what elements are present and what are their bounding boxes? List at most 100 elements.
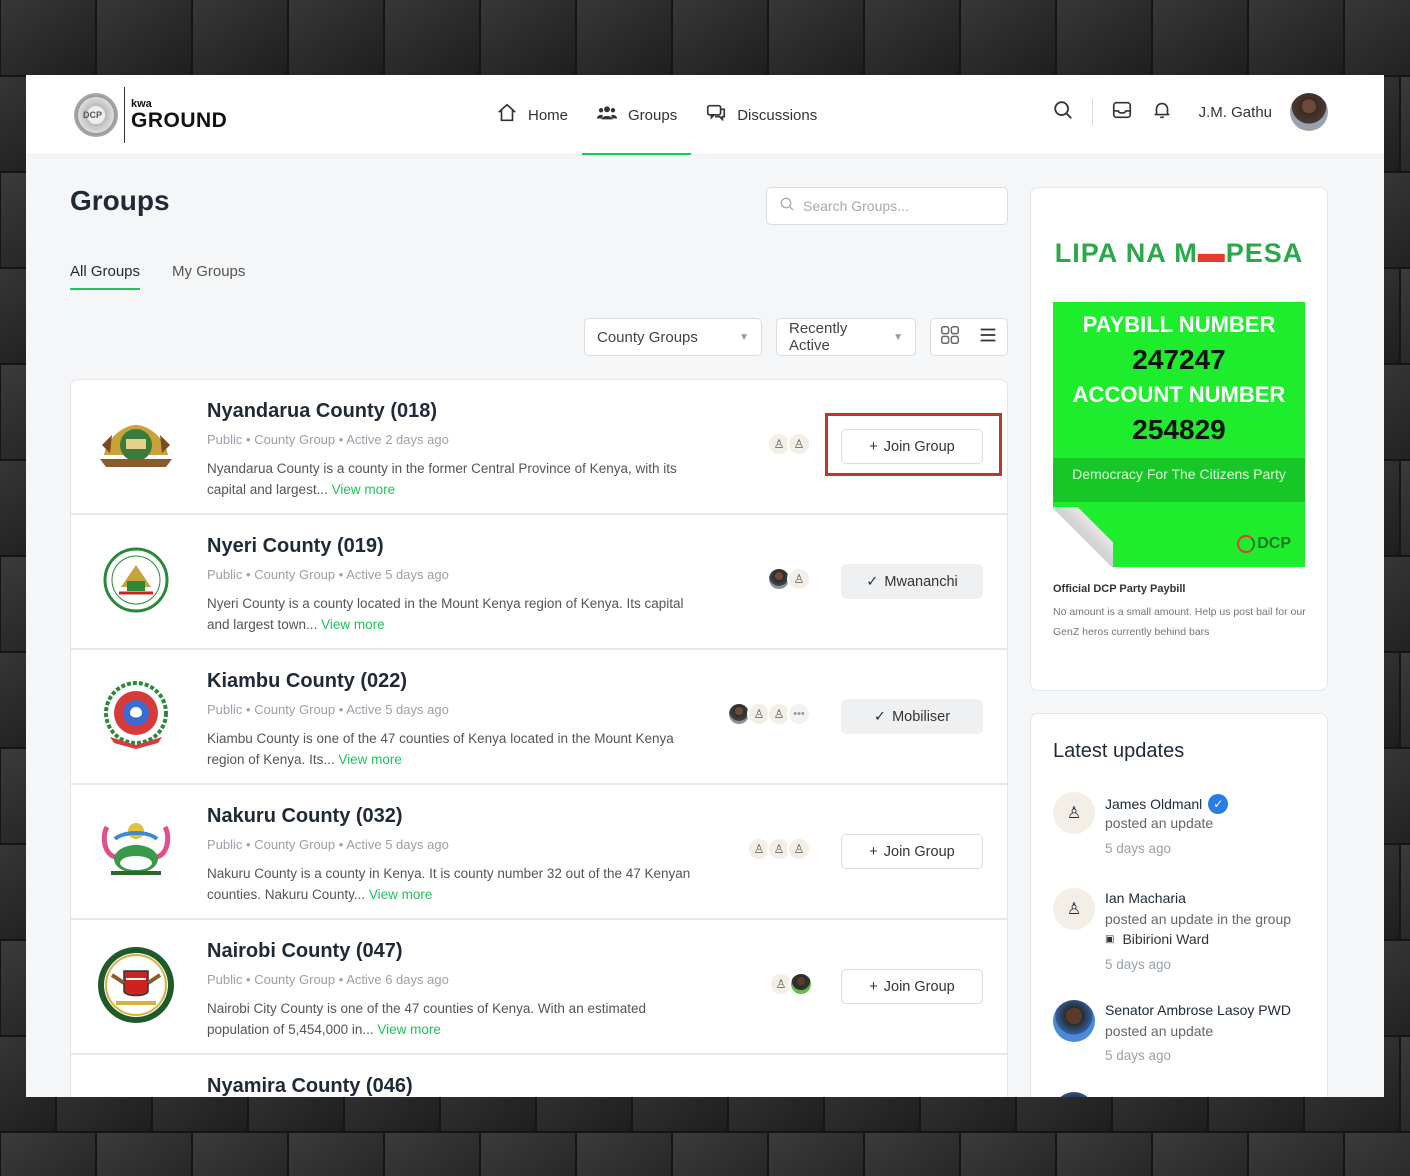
nav-discussions[interactable]: Discussions <box>691 75 831 155</box>
group-name[interactable]: Kiambu County (022) <box>207 670 407 693</box>
description-text: Nyeri County is a county located in the … <box>207 596 684 632</box>
search-groups[interactable] <box>766 187 1008 225</box>
update-author[interactable]: Senator Ambrose Lasoy PWD <box>1105 1002 1291 1018</box>
update-author[interactable]: Ian Macharia <box>1105 890 1186 906</box>
backdrop-tile <box>192 1132 288 1176</box>
search-icon[interactable] <box>1052 99 1074 126</box>
bell-icon[interactable] <box>1151 99 1173 126</box>
member-role-label: Mobiliser <box>892 708 951 725</box>
update-item[interactable]: ♙ Ian Macharia posted an update in the g… <box>1053 888 1313 978</box>
group-meta: Public • County Group • Active 5 days ag… <box>207 567 449 582</box>
logo-ground: GROUND <box>131 109 228 132</box>
user-avatar: ♙ <box>1053 888 1095 930</box>
user-avatar[interactable] <box>1290 93 1328 131</box>
backdrop-tile <box>1152 1132 1248 1176</box>
grid-view-icon[interactable] <box>939 324 961 351</box>
groups-list: Nyandarua County (018) Public • County G… <box>70 379 1008 1097</box>
view-more-link[interactable]: View more <box>332 482 396 497</box>
last-active: Active 5 days ago <box>346 702 449 717</box>
view-more-link[interactable]: View more <box>338 752 402 767</box>
ad-caption: Official DCP Party Paybill <box>1053 583 1186 595</box>
list-item: Nyamira County (046) <box>71 1055 1007 1097</box>
list-view-icon[interactable] <box>977 324 999 351</box>
update-action: posted an update <box>1105 1023 1214 1039</box>
backdrop-tile <box>576 1132 672 1176</box>
group-type: County Group <box>254 702 336 717</box>
backdrop-tile <box>192 0 288 76</box>
site-logo[interactable]: DCP kwa GROUND <box>74 87 227 143</box>
county-logo <box>95 1079 177 1097</box>
group-name[interactable]: Nyamira County (046) <box>207 1075 413 1097</box>
list-item: Nairobi County (047) Public • County Gro… <box>71 920 1007 1055</box>
backdrop-tile <box>768 0 864 76</box>
nav-discussions-label: Discussions <box>737 106 818 124</box>
backdrop-tile <box>1248 0 1344 76</box>
view-more-link[interactable]: View more <box>377 1022 441 1037</box>
group-name[interactable]: Nakuru County (032) <box>207 805 403 828</box>
visibility: Public <box>207 702 243 717</box>
inbox-icon[interactable] <box>1111 99 1133 126</box>
user-name[interactable]: J.M. Gathu <box>1199 104 1272 121</box>
view-more-link[interactable]: View more <box>321 617 385 632</box>
backdrop-tile <box>1400 844 1410 940</box>
tab-all-groups[interactable]: All Groups <box>70 263 141 290</box>
backdrop-tile <box>960 0 1056 76</box>
group-name[interactable]: Nyeri County (019) <box>207 535 384 558</box>
browser-window: DCP kwa GROUND Home Groups Discussions J… <box>26 75 1384 1097</box>
ad-note: No amount is a small amount. Help us pos… <box>1053 606 1306 638</box>
search-icon <box>779 196 795 217</box>
update-item[interactable] <box>1053 1092 1313 1097</box>
backdrop-tile <box>768 1132 864 1176</box>
update-author[interactable]: James Oldmanl ✓ <box>1105 794 1229 814</box>
mpesa-phone-icon: ▬ <box>1197 238 1226 268</box>
backdrop-tile <box>1248 1132 1344 1176</box>
member-avatars[interactable]: ♙ <box>769 972 813 996</box>
user-avatar: ♙ <box>1053 792 1095 834</box>
group-icon: ▣ <box>1105 933 1115 945</box>
member-avatars[interactable]: ♙ ♙ ••• <box>727 702 811 726</box>
member-role-button[interactable]: ✓ Mobiliser <box>841 699 983 734</box>
group-name[interactable]: Nyandarua County (018) <box>207 400 437 423</box>
join-group-button[interactable]: + Join Group <box>841 969 983 1004</box>
account-label: ACCOUNT NUMBER <box>1072 382 1286 407</box>
search-input[interactable] <box>803 198 983 214</box>
join-group-label: Join Group <box>883 978 955 995</box>
tab-my-groups[interactable]: My Groups <box>172 263 245 290</box>
nav-groups[interactable]: Groups <box>582 75 692 155</box>
verified-badge-icon: ✓ <box>1208 794 1229 814</box>
nav-home[interactable]: Home <box>482 75 582 155</box>
group-meta: Public • County Group • Active 2 days ag… <box>207 432 449 447</box>
page-curl <box>1053 507 1113 567</box>
visibility: Public <box>207 837 243 852</box>
group-type-select[interactable]: County Groups ▼ <box>584 318 762 356</box>
party-seal-icon: DCP <box>74 93 118 137</box>
update-item[interactable]: Senator Ambrose Lasoy PWD posted an upda… <box>1053 1000 1313 1080</box>
member-avatar <box>789 972 813 996</box>
backdrop-tile <box>1344 1132 1410 1176</box>
county-logo <box>95 944 177 1026</box>
update-item[interactable]: ♙ James Oldmanl ✓ posted an update 5 days… <box>1053 792 1313 872</box>
backdrop-tile <box>384 0 480 76</box>
visibility: Public <box>207 432 243 447</box>
member-role-button[interactable]: ✓ Mwananchi <box>841 564 983 599</box>
sort-value: Recently Active <box>789 320 848 354</box>
chevron-down-icon: ▼ <box>739 331 749 343</box>
backdrop-tile <box>1400 268 1410 364</box>
backdrop-tile <box>480 0 576 76</box>
group-description: Kiambu County is one of the 47 counties … <box>207 728 707 770</box>
paybill-card: PAYBILL NUMBER 247247 ACCOUNT NUMBER 254… <box>1053 302 1305 567</box>
mpesa-ad[interactable]: LIPA NA M▬PESA PAYBILL NUMBER 247247 ACC… <box>1030 187 1328 691</box>
member-avatars[interactable]: ♙ ♙ ♙ <box>747 837 811 861</box>
update-time: 5 days ago <box>1105 841 1172 856</box>
view-more-link[interactable]: View more <box>369 887 433 902</box>
backdrop-tile <box>672 0 768 76</box>
last-active: Active 6 days ago <box>346 972 449 987</box>
group-name[interactable]: Nairobi County (047) <box>207 940 403 963</box>
sort-select[interactable]: Recently Active ▼ <box>776 318 916 356</box>
member-avatars[interactable]: ♙ ♙ <box>767 432 811 456</box>
join-group-button[interactable]: + Join Group <box>841 834 983 869</box>
update-group[interactable]: ▣ Bibirioni Ward <box>1105 931 1209 947</box>
backdrop-tile <box>1344 0 1410 76</box>
member-avatars[interactable]: ♙ <box>767 567 811 591</box>
group-description: Nakuru County is a county in Kenya. It i… <box>207 863 707 905</box>
